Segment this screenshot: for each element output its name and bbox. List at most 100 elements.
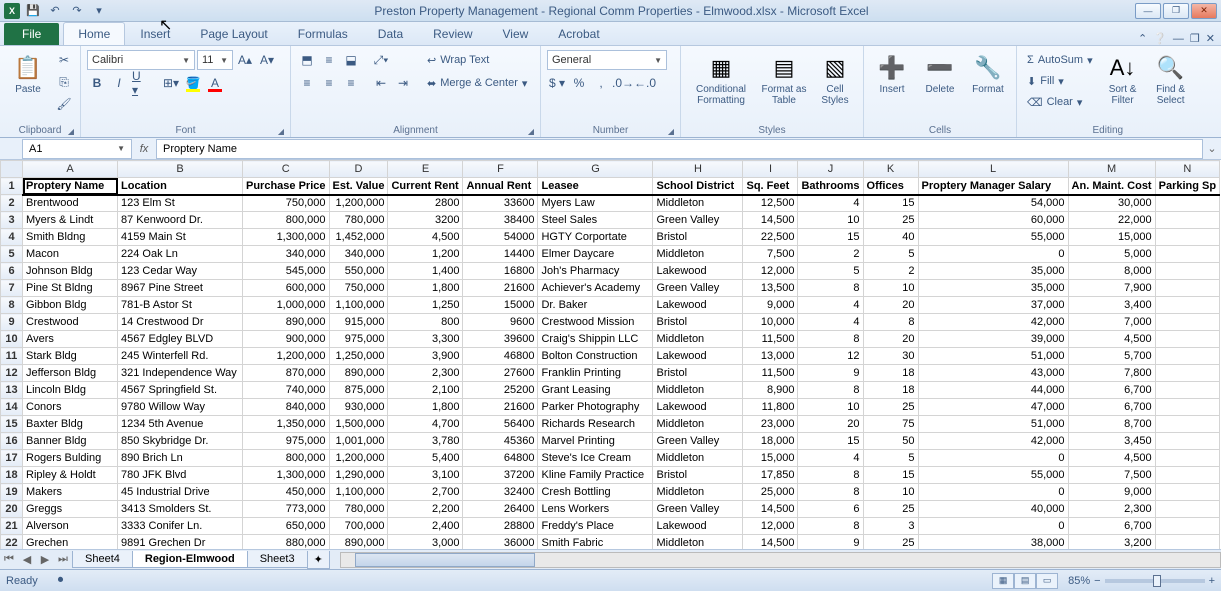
cell[interactable]: 51,000 <box>918 348 1068 365</box>
cell[interactable]: 42,000 <box>918 433 1068 450</box>
cell[interactable]: 23,000 <box>743 416 798 433</box>
delete-cells-button[interactable]: ➖Delete <box>918 50 962 97</box>
clipboard-dialog-icon[interactable]: ◢ <box>68 127 74 136</box>
increase-font-icon[interactable]: A▴ <box>235 50 255 70</box>
cell-styles-button[interactable]: ▧Cell Styles <box>813 50 857 108</box>
cell[interactable]: 321 Independence Way <box>118 365 243 382</box>
header-cell[interactable]: Parking Sp <box>1155 178 1219 195</box>
row-header[interactable]: 13 <box>1 382 23 399</box>
cell[interactable]: HGTY Corportate <box>538 229 653 246</box>
cell[interactable]: 6,700 <box>1068 382 1155 399</box>
cell[interactable]: 3,450 <box>1068 433 1155 450</box>
cell[interactable]: Gibbon Bldg <box>23 297 118 314</box>
fill-button[interactable]: ⬇Fill ▾ <box>1023 71 1097 91</box>
cell[interactable]: 10 <box>863 484 918 501</box>
cell[interactable]: 14,500 <box>743 535 798 550</box>
cell[interactable]: 20 <box>863 331 918 348</box>
cell[interactable]: 2,300 <box>388 365 463 382</box>
cell[interactable]: 43,000 <box>918 365 1068 382</box>
row-header[interactable]: 21 <box>1 518 23 535</box>
cell[interactable]: 21600 <box>463 399 538 416</box>
cell[interactable]: 12,000 <box>743 263 798 280</box>
cell[interactable]: Marvel Printing <box>538 433 653 450</box>
cell[interactable] <box>1155 348 1219 365</box>
fill-color-button[interactable]: 🪣 <box>183 73 203 93</box>
paste-button[interactable]: 📋 Paste <box>6 50 50 97</box>
copy-button[interactable]: ⎘ <box>54 72 74 92</box>
cell[interactable]: 12 <box>798 348 863 365</box>
cell[interactable]: 780,000 <box>329 501 388 518</box>
row-header[interactable]: 22 <box>1 535 23 550</box>
cell[interactable]: 1,250,000 <box>329 348 388 365</box>
cell[interactable]: Macon <box>23 246 118 263</box>
cell[interactable]: Green Valley <box>653 280 743 297</box>
page-layout-view-button[interactable]: ▤ <box>1014 573 1036 589</box>
row-header[interactable]: 5 <box>1 246 23 263</box>
cell[interactable]: Middleton <box>653 195 743 212</box>
cell[interactable]: 38400 <box>463 212 538 229</box>
cell[interactable]: 890,000 <box>243 314 330 331</box>
cell[interactable]: 773,000 <box>243 501 330 518</box>
cell[interactable]: Johnson Bldg <box>23 263 118 280</box>
cell[interactable]: 11,500 <box>743 365 798 382</box>
cell[interactable] <box>1155 484 1219 501</box>
cell[interactable]: 14,500 <box>743 501 798 518</box>
cell[interactable] <box>1155 501 1219 518</box>
cell[interactable]: 26400 <box>463 501 538 518</box>
cell[interactable]: 28800 <box>463 518 538 535</box>
cell[interactable]: 3,300 <box>388 331 463 348</box>
cell[interactable]: Grechen <box>23 535 118 550</box>
number-dialog-icon[interactable]: ◢ <box>668 127 674 136</box>
select-all-corner[interactable] <box>1 161 23 178</box>
cell[interactable]: 1,200,000 <box>243 348 330 365</box>
format-painter-button[interactable]: 🖌 <box>54 94 74 114</box>
cell[interactable] <box>1155 331 1219 348</box>
cell[interactable]: 1,100,000 <box>329 484 388 501</box>
cell[interactable]: 10 <box>798 399 863 416</box>
font-dialog-icon[interactable]: ◢ <box>278 127 284 136</box>
cell[interactable]: 9 <box>798 535 863 550</box>
cell[interactable] <box>1155 535 1219 550</box>
cell[interactable]: Green Valley <box>653 212 743 229</box>
cell[interactable] <box>1155 195 1219 212</box>
column-header[interactable]: A <box>23 161 118 178</box>
cell[interactable]: 2,300 <box>1068 501 1155 518</box>
align-bottom-icon[interactable]: ⬓ <box>341 50 361 70</box>
cell[interactable]: 9 <box>798 365 863 382</box>
cell[interactable]: 340,000 <box>243 246 330 263</box>
redo-icon[interactable]: ↷ <box>68 2 86 20</box>
cell[interactable]: 47,000 <box>918 399 1068 416</box>
cell[interactable]: 245 Winterfell Rd. <box>118 348 243 365</box>
cell[interactable]: 9,000 <box>1068 484 1155 501</box>
row-header[interactable]: 2 <box>1 195 23 212</box>
cell[interactable]: 13,000 <box>743 348 798 365</box>
format-cells-button[interactable]: 🔧Format <box>966 50 1010 97</box>
cell[interactable]: 17,850 <box>743 467 798 484</box>
header-cell[interactable]: Proptery Name <box>23 178 118 195</box>
cell[interactable]: 37,000 <box>918 297 1068 314</box>
border-button[interactable]: ⊞▾ <box>161 73 181 93</box>
find-select-button[interactable]: 🔍Find & Select <box>1149 50 1193 108</box>
cell[interactable]: 25 <box>863 535 918 550</box>
cell[interactable]: 15 <box>863 467 918 484</box>
page-break-view-button[interactable]: ▭ <box>1036 573 1058 589</box>
cell[interactable]: 800,000 <box>243 450 330 467</box>
cell[interactable]: 740,000 <box>243 382 330 399</box>
header-cell[interactable]: An. Maint. Cost <box>1068 178 1155 195</box>
cell[interactable]: 1,200 <box>388 246 463 263</box>
column-header[interactable]: N <box>1155 161 1219 178</box>
cell[interactable]: 4159 Main St <box>118 229 243 246</box>
column-header[interactable]: D <box>329 161 388 178</box>
cell[interactable]: 8,700 <box>1068 416 1155 433</box>
cell[interactable]: Lakewood <box>653 263 743 280</box>
column-header[interactable]: M <box>1068 161 1155 178</box>
cell[interactable]: 7,500 <box>743 246 798 263</box>
row-header[interactable]: 9 <box>1 314 23 331</box>
cell[interactable]: 4,500 <box>1068 331 1155 348</box>
cell[interactable]: 38,000 <box>918 535 1068 550</box>
alignment-dialog-icon[interactable]: ◢ <box>528 127 534 136</box>
row-header[interactable]: 19 <box>1 484 23 501</box>
column-header[interactable]: B <box>118 161 243 178</box>
cell[interactable]: Middleton <box>653 450 743 467</box>
row-header[interactable]: 18 <box>1 467 23 484</box>
